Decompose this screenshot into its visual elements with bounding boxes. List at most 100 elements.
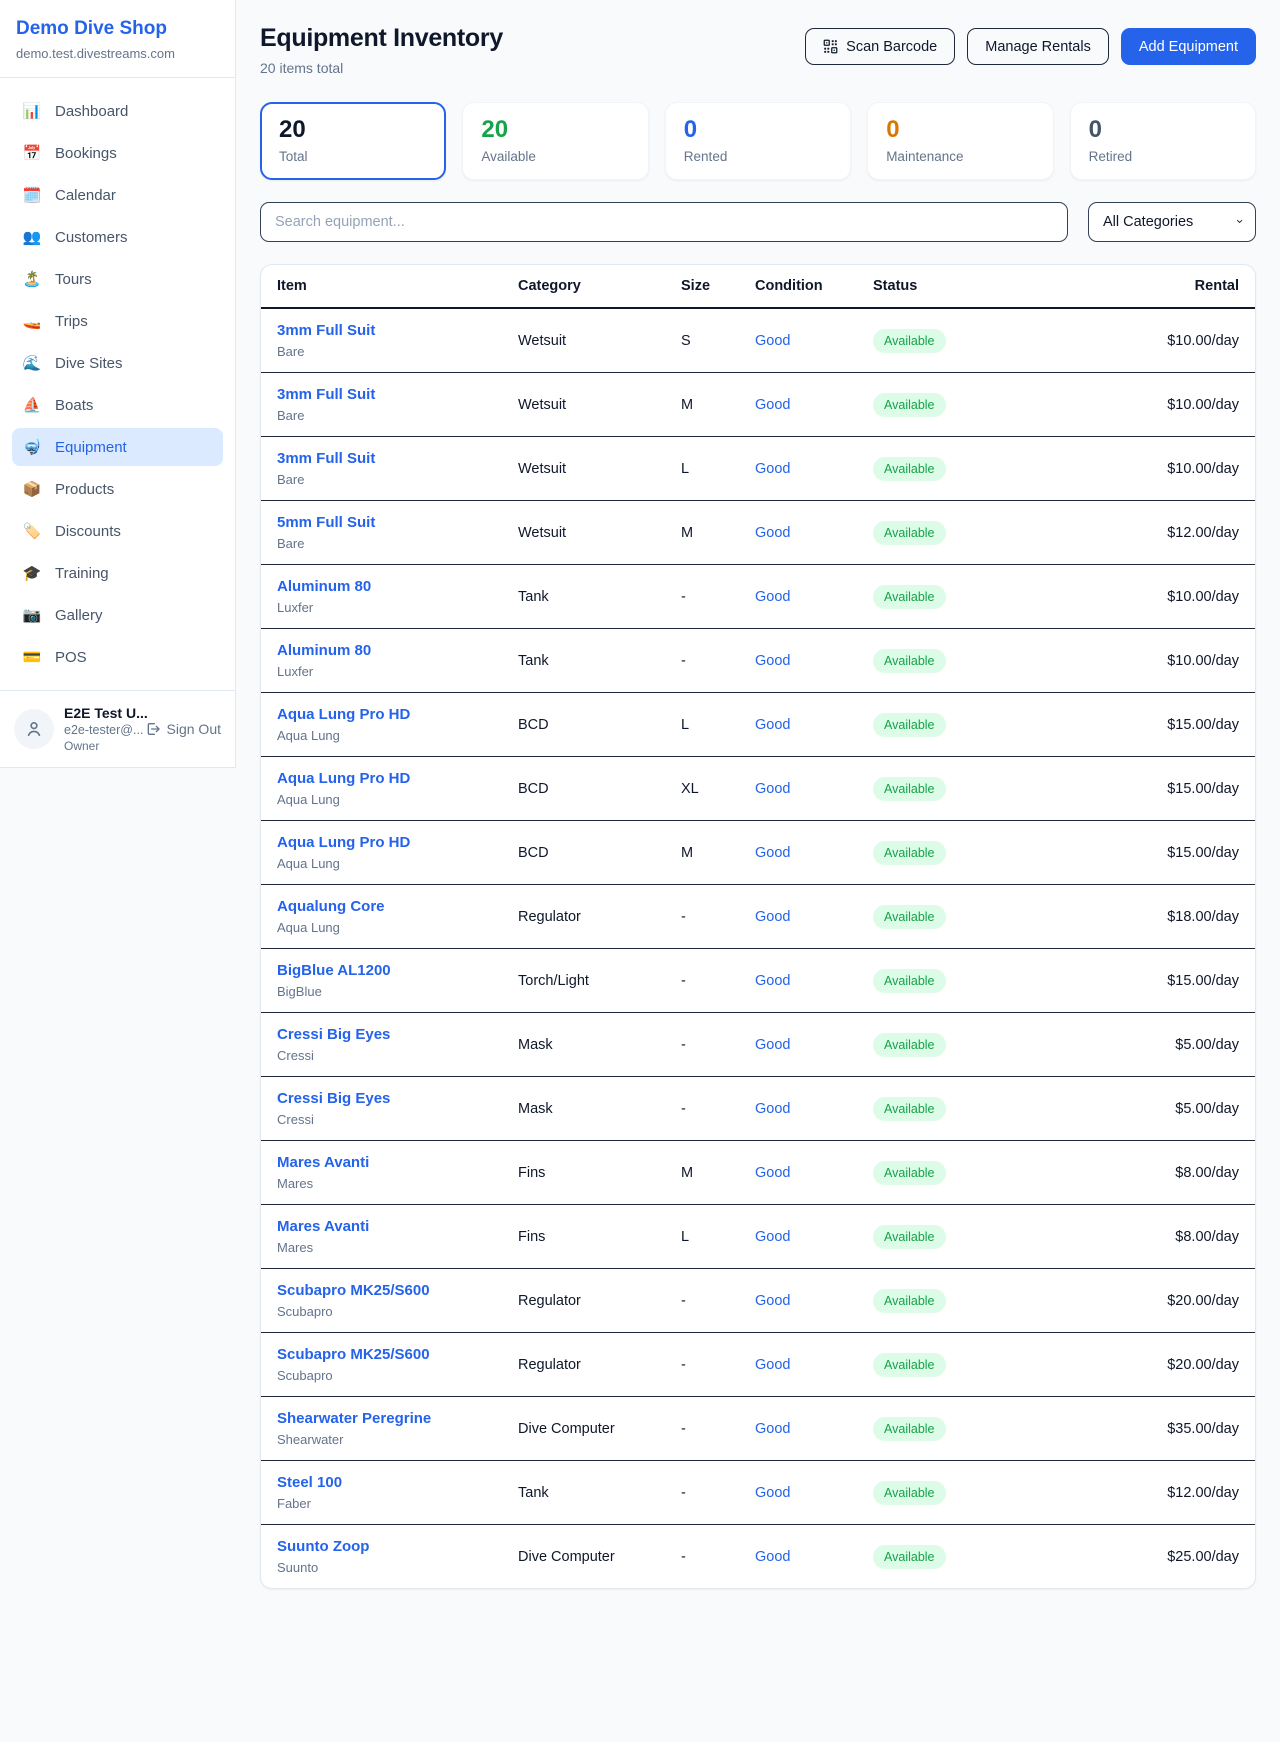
sidebar-item-training[interactable]: 🎓Training: [12, 554, 223, 592]
status-badge: Available: [873, 1033, 946, 1057]
condition-link[interactable]: Good: [755, 525, 790, 541]
sidebar-item-trips[interactable]: 🚤Trips: [12, 302, 223, 340]
sidebar-item-dive-sites[interactable]: 🌊Dive Sites: [12, 344, 223, 382]
item-name-link[interactable]: 3mm Full Suit: [277, 450, 502, 467]
status-badge: Available: [873, 1353, 946, 1377]
item-name-link[interactable]: Steel 100: [277, 1474, 502, 1491]
sidebar-item-tours[interactable]: 🏝️Tours: [12, 260, 223, 298]
scan-barcode-button[interactable]: Scan Barcode: [805, 28, 955, 65]
item-name-link[interactable]: Aluminum 80: [277, 578, 502, 595]
rental-value: $8.00/day: [1175, 1165, 1239, 1181]
item-name-link[interactable]: Aqualung Core: [277, 898, 502, 915]
size-cell: M: [673, 1141, 747, 1205]
manage-rentals-label: Manage Rentals: [985, 39, 1091, 55]
table-row: Cressi Big EyesCressiMask-GoodAvailable$…: [261, 1013, 1255, 1077]
manage-rentals-button[interactable]: Manage Rentals: [967, 28, 1109, 65]
sign-out-button[interactable]: Sign Out: [145, 721, 221, 737]
search-input[interactable]: [260, 202, 1068, 242]
item-name-link[interactable]: BigBlue AL1200: [277, 962, 502, 979]
condition-link[interactable]: Good: [755, 1101, 790, 1117]
user-meta: E2E Test U... e2e-tester@... Owner: [64, 705, 135, 753]
sidebar-item-boats[interactable]: ⛵Boats: [12, 386, 223, 424]
status-cell: Available: [865, 501, 1025, 565]
item-name-link[interactable]: Mares Avanti: [277, 1218, 502, 1235]
condition-link[interactable]: Good: [755, 1549, 790, 1565]
item-name-link[interactable]: 3mm Full Suit: [277, 322, 502, 339]
add-equipment-button[interactable]: Add Equipment: [1121, 28, 1256, 65]
condition-link[interactable]: Good: [755, 909, 790, 925]
condition-cell: Good: [747, 1525, 865, 1589]
category-cell: Torch/Light: [510, 949, 673, 1013]
sign-out-icon: [145, 721, 161, 737]
table-row: 3mm Full SuitBareWetsuitSGoodAvailable$1…: [261, 308, 1255, 373]
stat-value-retired: 0: [1089, 116, 1237, 144]
sidebar-item-discounts[interactable]: 🏷️Discounts: [12, 512, 223, 550]
condition-link[interactable]: Good: [755, 845, 790, 861]
sidebar-item-dashboard[interactable]: 📊Dashboard: [12, 92, 223, 130]
item-name-link[interactable]: Suunto Zoop: [277, 1538, 502, 1555]
condition-link[interactable]: Good: [755, 1165, 790, 1181]
rental-cell: $15.00/day: [1025, 757, 1255, 821]
sign-out-label: Sign Out: [167, 721, 221, 737]
status-cell: Available: [865, 821, 1025, 885]
sidebar-item-gallery[interactable]: 📷Gallery: [12, 596, 223, 634]
header-actions: Scan Barcode Manage Rentals Add Equipmen…: [805, 24, 1256, 65]
condition-link[interactable]: Good: [755, 717, 790, 733]
item-name-link[interactable]: Scubapro MK25/S600: [277, 1346, 502, 1363]
category-select[interactable]: All Categories: [1088, 202, 1256, 242]
stat-card-total[interactable]: 20Total: [260, 102, 446, 180]
condition-link[interactable]: Good: [755, 1037, 790, 1053]
item-name-link[interactable]: Shearwater Peregrine: [277, 1410, 502, 1427]
sidebar-item-pos[interactable]: 💳POS: [12, 638, 223, 676]
condition-link[interactable]: Good: [755, 1421, 790, 1437]
status-cell: Available: [865, 1461, 1025, 1525]
item-name-link[interactable]: Aqua Lung Pro HD: [277, 834, 502, 851]
sidebar-item-products[interactable]: 📦Products: [12, 470, 223, 508]
item-name-link[interactable]: 5mm Full Suit: [277, 514, 502, 531]
condition-link[interactable]: Good: [755, 1229, 790, 1245]
status-cell: Available: [865, 437, 1025, 501]
item-name-link[interactable]: Scubapro MK25/S600: [277, 1282, 502, 1299]
status-badge: Available: [873, 841, 946, 865]
condition-link[interactable]: Good: [755, 1293, 790, 1309]
size-cell: -: [673, 949, 747, 1013]
condition-cell: Good: [747, 437, 865, 501]
condition-link[interactable]: Good: [755, 333, 790, 349]
condition-link[interactable]: Good: [755, 973, 790, 989]
condition-link[interactable]: Good: [755, 1485, 790, 1501]
stat-card-available[interactable]: 20Available: [462, 102, 648, 180]
stat-card-retired[interactable]: 0Retired: [1070, 102, 1256, 180]
item-name-link[interactable]: Aqua Lung Pro HD: [277, 770, 502, 787]
condition-cell: Good: [747, 1461, 865, 1525]
stat-card-maintenance[interactable]: 0Maintenance: [867, 102, 1053, 180]
rental-cell: $25.00/day: [1025, 1525, 1255, 1589]
sidebar-item-bookings[interactable]: 📅Bookings: [12, 134, 223, 172]
brand-name[interactable]: Demo Dive Shop: [16, 18, 219, 40]
item-name-link[interactable]: Aluminum 80: [277, 642, 502, 659]
size-cell: -: [673, 1525, 747, 1589]
sidebar-item-customers[interactable]: 👥Customers: [12, 218, 223, 256]
condition-link[interactable]: Good: [755, 781, 790, 797]
item-brand: Aqua Lung: [277, 856, 502, 871]
item-name-link[interactable]: Cressi Big Eyes: [277, 1026, 502, 1043]
sidebar-item-calendar[interactable]: 🗓️Calendar: [12, 176, 223, 214]
condition-link[interactable]: Good: [755, 397, 790, 413]
status-cell: Available: [865, 373, 1025, 437]
condition-link[interactable]: Good: [755, 589, 790, 605]
condition-link[interactable]: Good: [755, 461, 790, 477]
item-name-link[interactable]: Mares Avanti: [277, 1154, 502, 1171]
item-brand: Scubapro: [277, 1304, 502, 1319]
category-cell: Wetsuit: [510, 373, 673, 437]
stat-label-available: Available: [481, 149, 629, 164]
status-badge: Available: [873, 457, 946, 481]
sidebar-item-equipment[interactable]: 🤿Equipment: [12, 428, 223, 466]
condition-link[interactable]: Good: [755, 1357, 790, 1373]
rental-value: $20.00/day: [1167, 1357, 1239, 1373]
item-brand: Cressi: [277, 1048, 502, 1063]
stat-card-rented[interactable]: 0Rented: [665, 102, 851, 180]
condition-link[interactable]: Good: [755, 653, 790, 669]
item-name-link[interactable]: Aqua Lung Pro HD: [277, 706, 502, 723]
condition-cell: Good: [747, 373, 865, 437]
item-name-link[interactable]: 3mm Full Suit: [277, 386, 502, 403]
item-name-link[interactable]: Cressi Big Eyes: [277, 1090, 502, 1107]
